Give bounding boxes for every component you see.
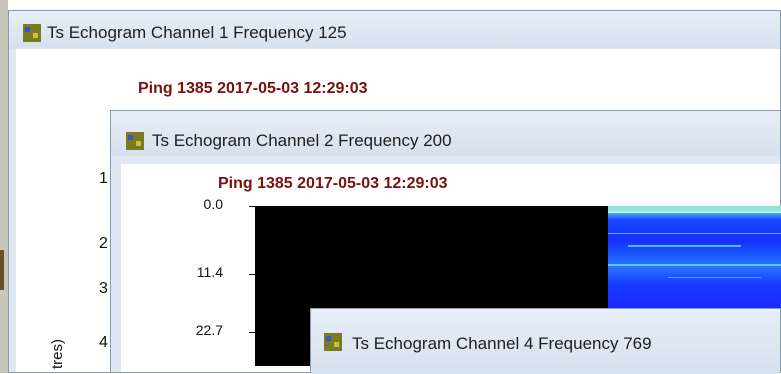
y-tick-ch1: 4 — [99, 334, 108, 351]
echogram-window-ch4[interactable]: Ts Echogram Channel 4 Frequency 769 — [310, 308, 781, 374]
window-title-ch2: Ts Echogram Channel 2 Frequency 200 — [152, 131, 452, 150]
window-title-ch4: Ts Echogram Channel 4 Frequency 769 — [352, 334, 652, 353]
y-tick-ch1: 1 — [99, 170, 108, 187]
y-tick-label: 22.7 — [195, 322, 223, 338]
echogram-app-icon — [126, 132, 144, 150]
y-axis-label-ch1: tres) — [49, 339, 66, 369]
y-tick-label: 0.0 — [203, 196, 223, 212]
y-tick-ch1: 3 — [99, 280, 108, 297]
titlebar-ch1[interactable]: Ts Echogram Channel 1 Frequency 125 — [9, 11, 780, 49]
echogram-app-icon — [23, 24, 41, 42]
titlebar-ch4[interactable]: Ts Echogram Channel 4 Frequency 769 — [311, 309, 780, 374]
titlebar-ch2[interactable]: Ts Echogram Channel 2 Frequency 200 — [111, 111, 780, 156]
y-tick-label: 11.4 — [196, 264, 223, 280]
echogram-app-icon — [324, 333, 342, 351]
desktop-background-strip — [0, 0, 8, 373]
y-tick-ch1: 2 — [99, 235, 108, 252]
window-title-ch1: Ts Echogram Channel 1 Frequency 125 — [47, 23, 347, 42]
ping-header-ch1: Ping 1385 2017-05-03 12:29:03 — [138, 80, 368, 97]
ping-header-ch2: Ping 1385 2017-05-03 12:29:03 — [218, 175, 448, 192]
